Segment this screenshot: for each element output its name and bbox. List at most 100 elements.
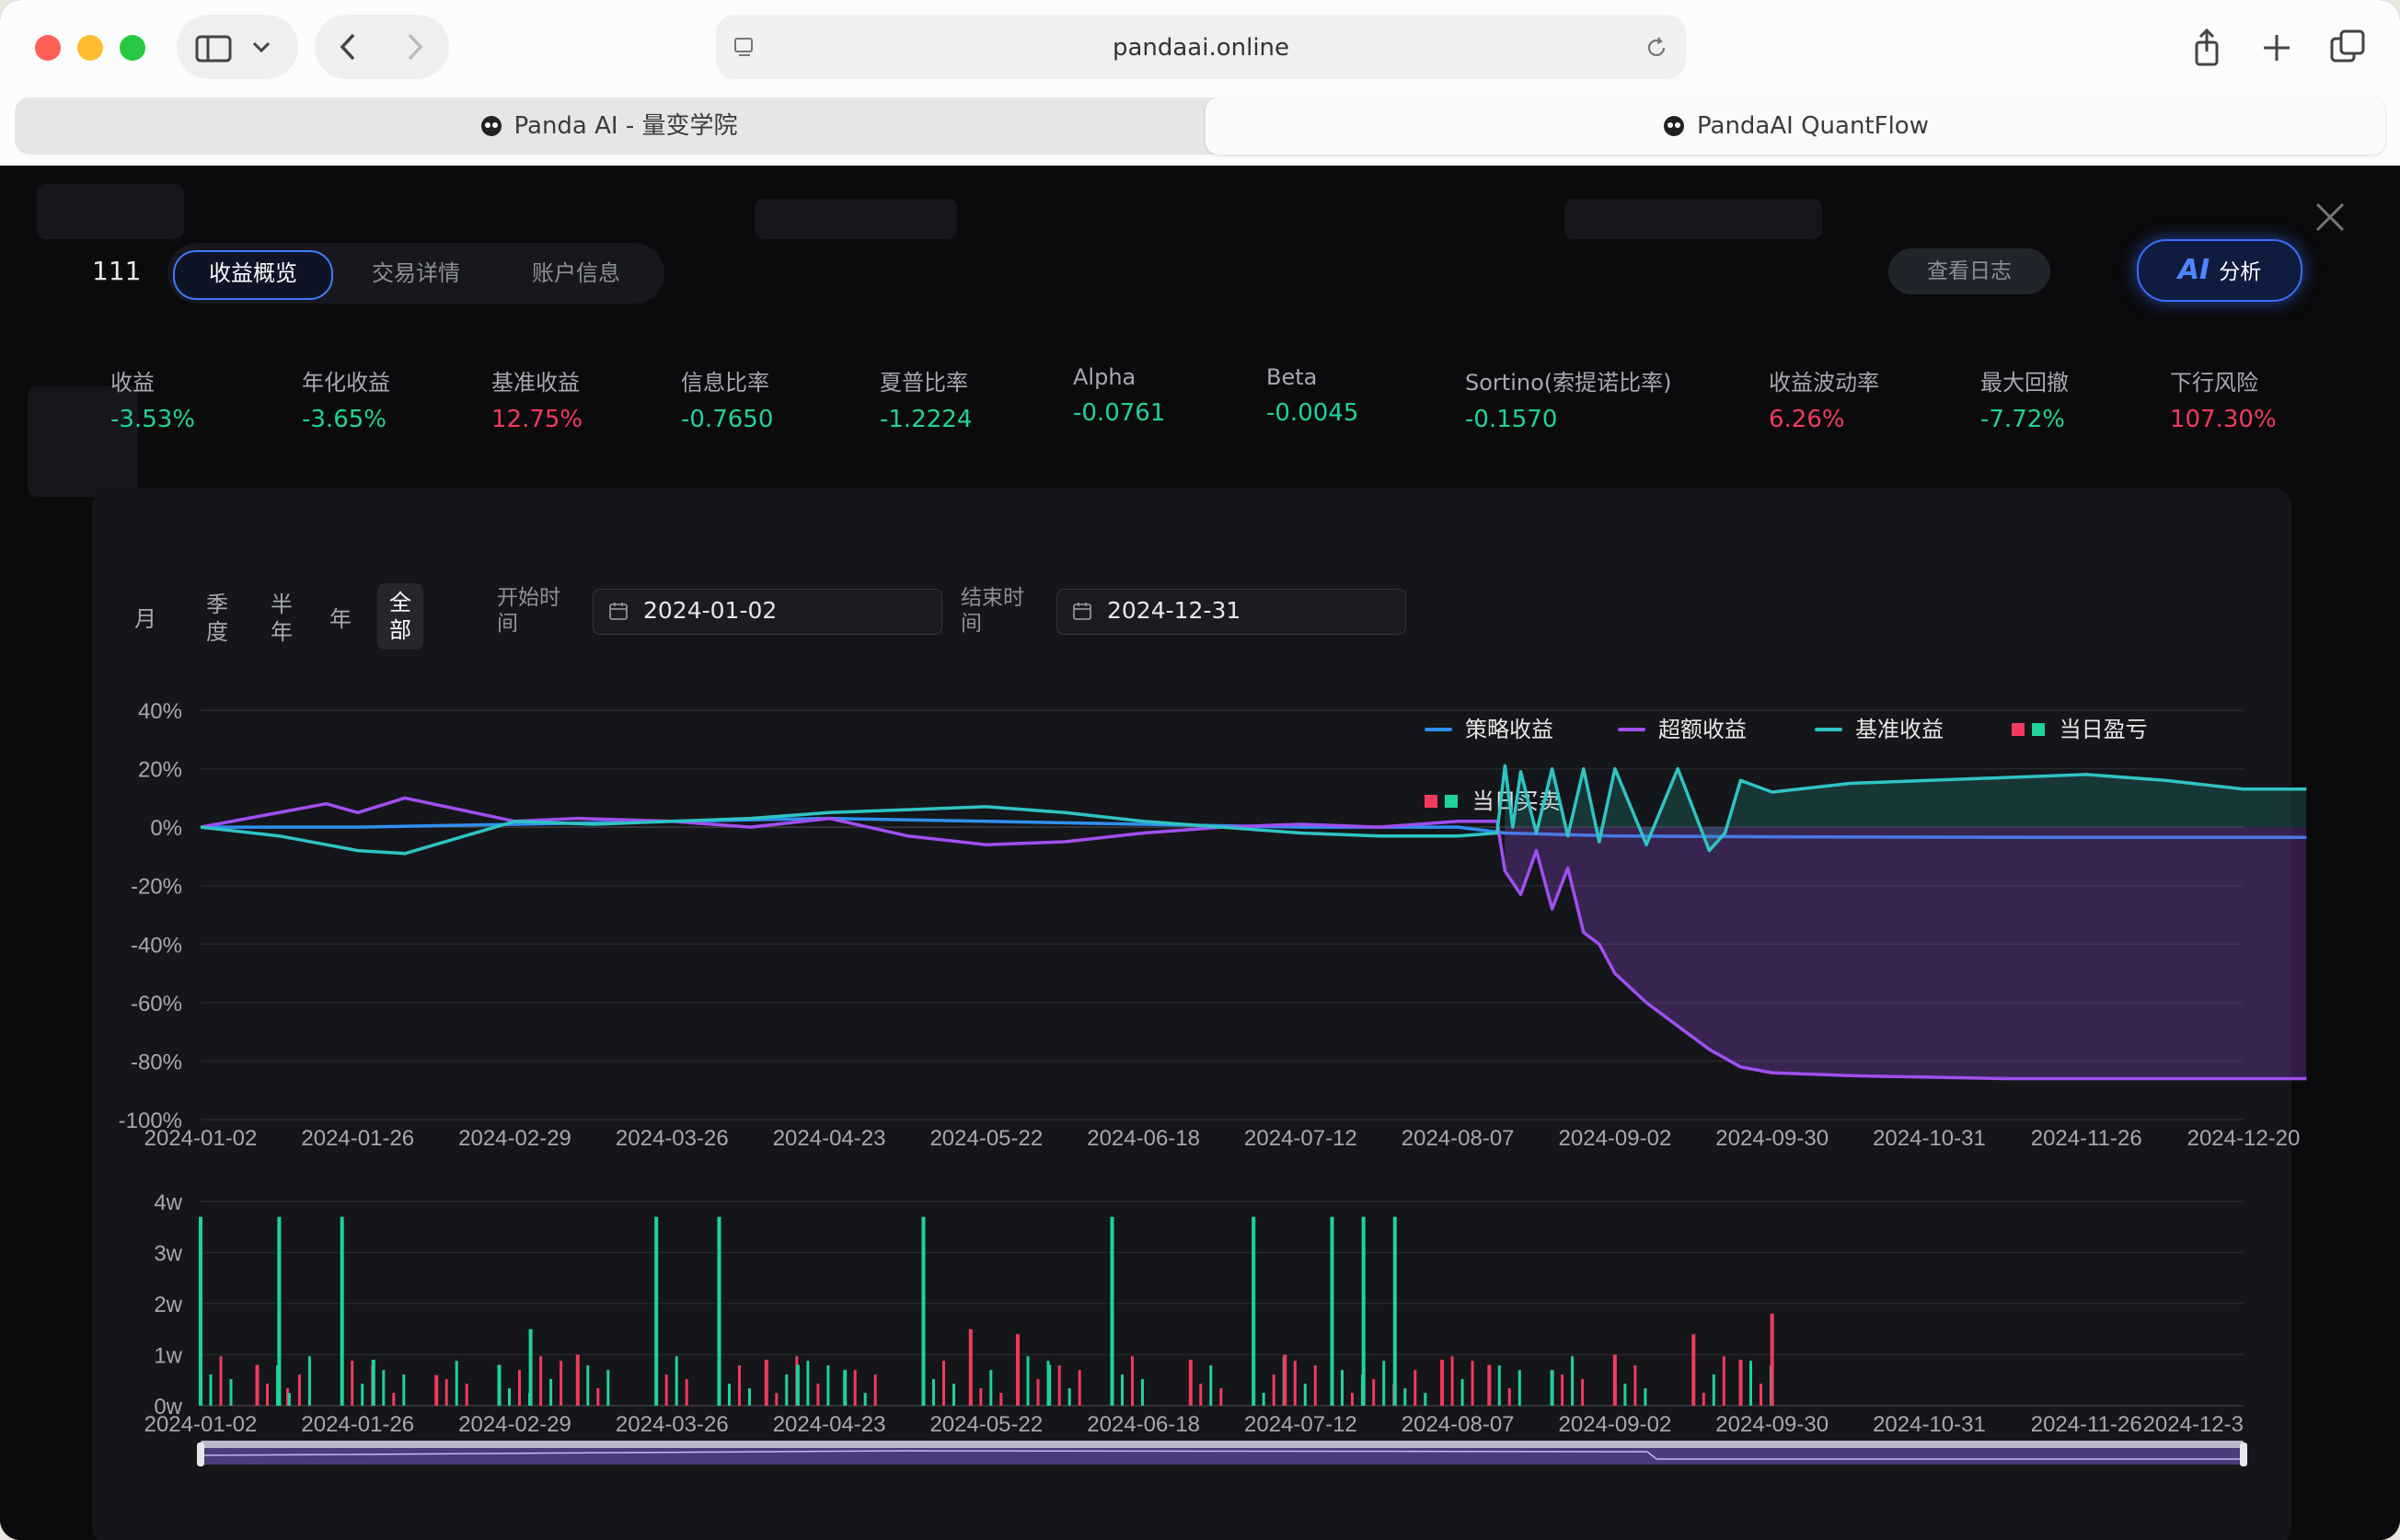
volume-bar [1110, 1216, 1114, 1406]
volume-bar [764, 1360, 768, 1406]
address-bar[interactable]: pandaai.online [716, 15, 1686, 79]
minimize-window-button[interactable] [77, 35, 103, 61]
volume-bar-minor [1633, 1365, 1637, 1406]
volume-bar [1252, 1216, 1256, 1406]
volume-bar-minor [1702, 1393, 1705, 1406]
volume-bar-minor [1293, 1361, 1297, 1406]
tab-overview-icon[interactable] [2326, 26, 2371, 70]
volume-bar-minor [382, 1370, 386, 1406]
volume-bar-minor [1722, 1356, 1725, 1406]
volume-bar [1738, 1360, 1743, 1406]
y-tick-label: 3w [154, 1242, 182, 1267]
history-nav-group [315, 15, 449, 79]
volume-bar-minor [1057, 1365, 1061, 1406]
tab-pandaai-quantflow[interactable]: PandaAI QuantFlow [1206, 98, 2385, 155]
volume-bar-minor [1760, 1384, 1762, 1406]
zoom-handle-right[interactable] [2240, 1442, 2247, 1466]
forward-arrow-icon[interactable] [382, 15, 449, 79]
x-tick-label: 2024-03-26 [616, 1412, 729, 1437]
volume-bar [434, 1374, 439, 1406]
volume-bar-minor [549, 1379, 553, 1406]
volume-bar-minor [361, 1384, 364, 1406]
volume-bar [255, 1364, 260, 1406]
new-tab-icon[interactable] [2256, 28, 2297, 68]
volume-bar-minor [1450, 1356, 1454, 1406]
tab-label: PandaAI QuantFlow [1697, 112, 1929, 140]
volume-bar-minor [266, 1384, 269, 1406]
reload-icon[interactable] [1644, 35, 1669, 61]
volume-bar-minor [853, 1370, 857, 1406]
panda-logo-icon [480, 116, 502, 136]
x-tick-label: 2024-01-26 [301, 1412, 414, 1437]
volume-bar [1188, 1360, 1193, 1406]
sidebar-toggle-button[interactable] [177, 15, 298, 79]
close-window-button[interactable] [35, 35, 61, 61]
y-tick-label: -60% [131, 992, 182, 1017]
x-tick-label: 2024-09-30 [1715, 1412, 1829, 1437]
tab-label: Panda AI - 量变学院 [513, 112, 738, 140]
volume-bar [1392, 1216, 1397, 1406]
back-arrow-icon[interactable] [315, 15, 382, 79]
volume-bar [371, 1360, 375, 1406]
y-tick-label: 40% [138, 699, 182, 724]
x-tick-label: 2024-09-30 [1715, 1126, 1829, 1151]
volume-bar-minor [1644, 1388, 1647, 1406]
volume-bar-minor [942, 1361, 945, 1406]
volume-bar-minor [863, 1393, 867, 1406]
x-tick-label: 2024-05-22 [929, 1126, 1043, 1151]
volume-bar [1691, 1334, 1696, 1406]
volume-bar [1330, 1216, 1334, 1406]
volume-bar [340, 1216, 344, 1406]
volume-bar-minor [1497, 1365, 1501, 1406]
volume-bar-minor [1141, 1379, 1144, 1406]
browser-window: pandaai.online Panda AI - 量变学院 PandaAI Q… [0, 0, 2400, 1540]
x-tick-label: 2024-09-02 [1559, 1126, 1672, 1151]
volume-bar [575, 1354, 580, 1406]
x-tick-label: 2024-10-31 [1873, 1126, 1986, 1151]
app-content: 111 收益概览 交易详情 账户信息 查看日志 AI 分析 收益 -3.53% 年化收… [0, 166, 2400, 1540]
x-tick-label: 2024-04-23 [773, 1412, 886, 1437]
volume-bar-minor [685, 1379, 688, 1406]
volume-bar [1047, 1364, 1052, 1406]
volume-bar-minor [1424, 1393, 1427, 1406]
volume-bar-minor [402, 1374, 406, 1406]
x-tick-label: 2024-06-18 [1087, 1126, 1200, 1151]
volume-bar-minor [1382, 1361, 1386, 1406]
volume-bar-minor [806, 1361, 810, 1406]
tab-panda-ai[interactable]: Panda AI - 量变学院 [15, 98, 1202, 155]
x-tick-label: 2024-04-23 [773, 1126, 886, 1151]
volume-bar-minor [444, 1379, 448, 1406]
volume-bar-minor [738, 1365, 741, 1406]
volume-bar-minor [1272, 1374, 1275, 1406]
tab-bar: Panda AI - 量变学院 PandaAI QuantFlow [15, 98, 2385, 155]
volume-bar-minor [1026, 1356, 1030, 1406]
volume-bar-minor [1351, 1393, 1354, 1406]
volume-bar-minor [1078, 1370, 1081, 1406]
volume-bar [1770, 1314, 1774, 1406]
zoom-window-button[interactable] [120, 35, 145, 61]
x-tick-label: 2024-01-26 [301, 1126, 414, 1151]
volume-bar-minor [816, 1384, 820, 1406]
volume-bar [1283, 1354, 1287, 1406]
volume-bar-minor [1571, 1356, 1575, 1406]
volume-bar [795, 1364, 800, 1406]
volume-bar-minor [664, 1374, 668, 1406]
zoom-slider-range [201, 1441, 2244, 1448]
volume-bar-minor [1460, 1379, 1464, 1406]
volume-bar-minor [999, 1393, 1003, 1406]
zoom-handle-left[interactable] [197, 1442, 204, 1466]
y-tick-label: -40% [131, 933, 182, 958]
volume-bar-minor [1199, 1384, 1203, 1406]
volume-bar-minor [1403, 1388, 1407, 1406]
volume-bar-minor [989, 1370, 993, 1406]
volume-bar-minor [508, 1388, 511, 1406]
share-icon[interactable] [2185, 26, 2229, 70]
y-tick-label: 20% [138, 758, 182, 783]
charts-canvas: 40%20%0%-20%-40%-60%-80%-100%2024-01-02 2… [119, 699, 2307, 1466]
volume-bar [968, 1328, 973, 1407]
volume-bar-minor [1581, 1379, 1585, 1406]
x-tick-label: 2024-05-22 [929, 1412, 1043, 1437]
volume-bar-minor [465, 1384, 468, 1406]
volume-bar [1361, 1216, 1366, 1406]
volume-bar-minor [287, 1393, 291, 1406]
